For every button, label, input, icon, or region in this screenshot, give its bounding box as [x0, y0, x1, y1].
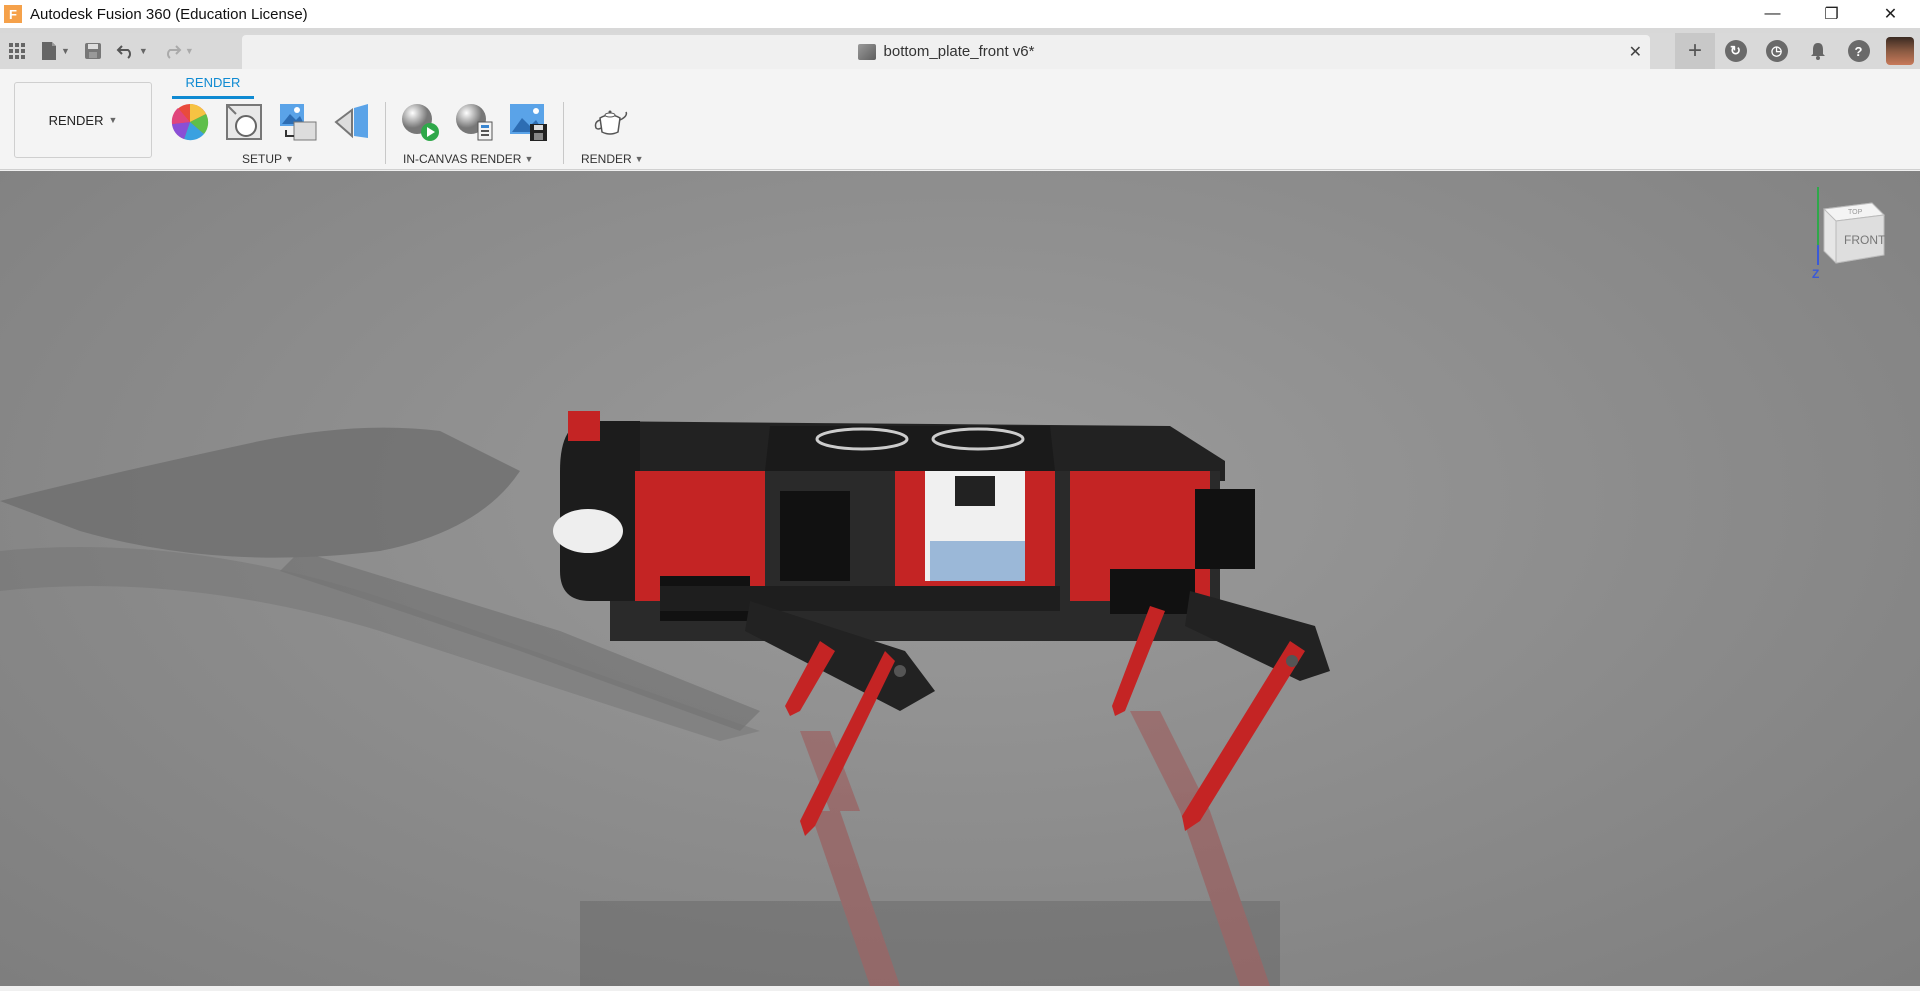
document-name: bottom_plate_front v6* [883, 43, 1035, 60]
render-canvas[interactable]: FRONT TOP Z [0, 171, 1920, 986]
undo-button[interactable]: ▼ [116, 43, 148, 59]
chevron-down-icon: ▼ [524, 154, 534, 164]
title-bar: F Autodesk Fusion 360 (Education License… [0, 0, 1920, 28]
setup-group-dropdown[interactable]: SETUP ▼ [242, 152, 294, 166]
viewcube[interactable]: FRONT TOP Z [1812, 185, 1892, 295]
bottom-strip [0, 986, 1920, 991]
ribbon-toolbar: RENDER ▼ RENDER SETUP ▼ IN-CANVAS RENDER… [0, 69, 1920, 170]
model-reflection [580, 711, 1280, 986]
in-canvas-render-icon[interactable] [400, 102, 440, 142]
chevron-down-icon: ▼ [184, 46, 194, 56]
save-icon[interactable] [84, 42, 102, 60]
window-title: Autodesk Fusion 360 (Education License) [30, 5, 308, 23]
file-menu-button[interactable]: ▼ [40, 41, 70, 61]
viewcube-z-axis-label: Z [1812, 267, 1820, 281]
job-status-icon[interactable]: ◷ [1756, 33, 1797, 69]
in-canvas-render-group-dropdown[interactable]: IN-CANVAS RENDER ▼ [403, 152, 533, 166]
chevron-down-icon: ▼ [138, 46, 148, 56]
header-right-icons: + ↻ ◷ ? [1675, 33, 1920, 69]
workspace-dropdown[interactable]: RENDER ▼ [14, 82, 152, 158]
document-title: bottom_plate_front v6* [242, 43, 1650, 60]
minimize-button[interactable]: — [1743, 0, 1802, 28]
close-window-button[interactable]: ✕ [1861, 0, 1920, 28]
redo-icon [166, 45, 182, 59]
grid-apps-icon[interactable] [8, 42, 26, 60]
fusion-logo-icon: F [4, 5, 22, 23]
restore-button[interactable]: ❐ [1802, 0, 1861, 28]
workspace-label: RENDER [48, 112, 104, 128]
help-icon[interactable]: ? [1838, 33, 1879, 69]
render-group-label: RENDER [581, 152, 632, 166]
render-settings-icon[interactable] [454, 102, 494, 142]
viewcube-top-label[interactable]: TOP [1848, 209, 1862, 216]
chevron-down-icon: ▼ [285, 154, 294, 164]
user-avatar[interactable] [1879, 33, 1920, 69]
chevron-down-icon: ▼ [61, 46, 70, 56]
component-cube-icon [857, 43, 876, 60]
decal-icon[interactable] [332, 102, 372, 142]
file-icon [42, 42, 56, 60]
redo-button[interactable]: ▼ [162, 43, 194, 59]
window-controls: — ❐ ✕ [1743, 0, 1920, 28]
extensions-icon[interactable]: ↻ [1715, 33, 1756, 69]
robot-dog-model [0, 411, 1330, 986]
setup-group-label: SETUP [242, 152, 283, 166]
chevron-down-icon: ▼ [108, 115, 118, 125]
appearance-icon[interactable] [170, 102, 210, 142]
tab-render[interactable]: RENDER [172, 75, 254, 90]
close-tab-button[interactable]: ✕ [1629, 42, 1642, 62]
viewcube-front-label[interactable]: FRONT [1844, 233, 1885, 247]
group-divider [563, 102, 564, 164]
document-tab-row: ▼ ▼ ▼ bottom_plate_front v6* ✕ + ↻ ◷ ? [0, 33, 1920, 69]
capture-image-icon[interactable] [508, 102, 548, 142]
new-tab-plus-icon[interactable]: + [1675, 33, 1715, 69]
group-divider [385, 102, 386, 164]
notifications-icon[interactable] [1797, 33, 1838, 69]
texture-map-icon[interactable] [278, 102, 318, 142]
document-tab[interactable]: bottom_plate_front v6* ✕ [242, 35, 1650, 69]
render-teapot-icon[interactable] [590, 102, 630, 142]
active-tab-underline [172, 96, 254, 99]
chevron-down-icon: ▼ [634, 154, 644, 164]
undo-icon [116, 45, 131, 59]
render-group-dropdown[interactable]: RENDER ▼ [581, 152, 644, 166]
quick-access-toolbar: ▼ ▼ ▼ [0, 33, 194, 69]
in-canvas-render-group-label: IN-CANVAS RENDER [403, 152, 522, 166]
scene-settings-icon[interactable] [224, 102, 264, 142]
